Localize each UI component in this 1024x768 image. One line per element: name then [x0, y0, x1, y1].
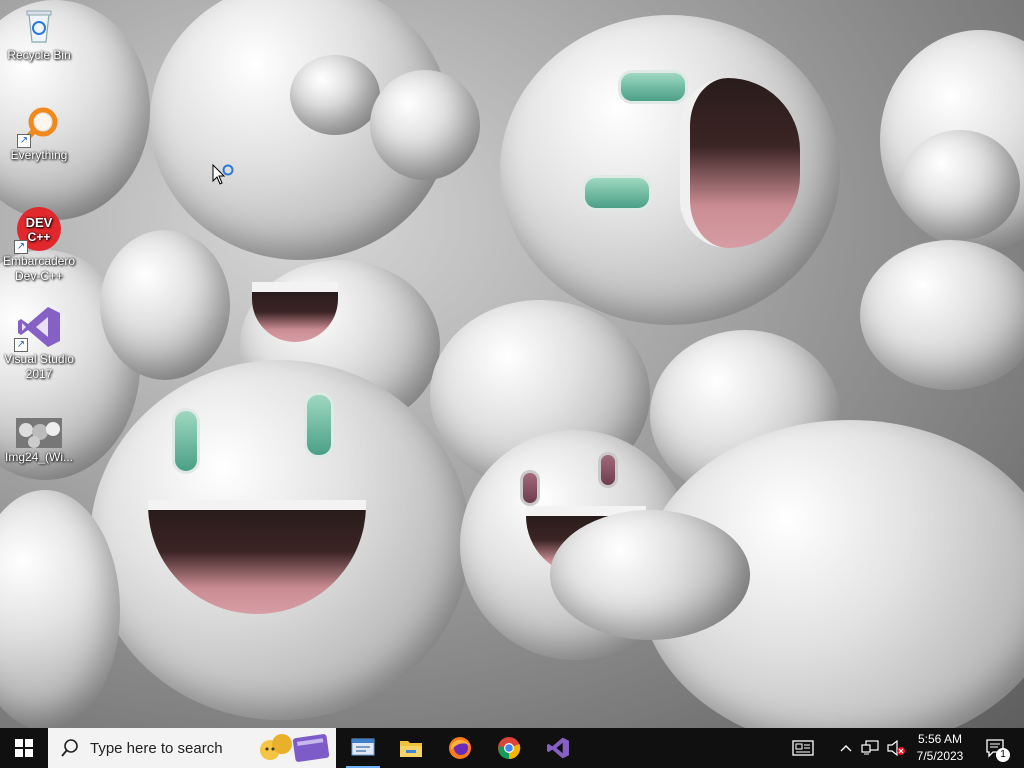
devcpp-icon: DEV C++ ↗	[14, 206, 62, 254]
search-placeholder: Type here to search	[90, 739, 223, 757]
image-file-icon	[16, 418, 62, 448]
wallpaper-mouth	[680, 78, 800, 248]
wallpaper-figure-hand	[290, 55, 380, 135]
network-button[interactable]	[858, 728, 882, 768]
wallpaper-figure-hand	[550, 510, 750, 640]
show-hidden-icons-button[interactable]	[836, 728, 856, 768]
svg-text:C++: C++	[28, 230, 51, 244]
news-icon	[792, 740, 814, 756]
desktop-icon-label: Visual Studio 2017	[4, 352, 74, 381]
taskbar-task-view-app[interactable]	[340, 728, 386, 768]
mouse-cursor-icon	[212, 163, 234, 190]
wallpaper-eye	[520, 470, 540, 506]
visual-studio-icon: ↗	[14, 304, 62, 352]
shortcut-arrow-icon: ↗	[14, 338, 28, 352]
desktop-icon-visual-studio[interactable]: ↗ Visual Studio 2017	[1, 304, 77, 382]
wallpaper-figure-hand	[370, 70, 480, 180]
desktop-icon-label: Everything	[10, 148, 68, 162]
wallpaper-figure	[860, 240, 1024, 390]
desktop-icon-label: Recycle Bin	[7, 48, 71, 62]
svg-text:DEV: DEV	[26, 215, 53, 230]
shortcut-arrow-icon: ↗	[17, 134, 31, 148]
clock-button[interactable]: 5:56 AM 7/5/2023	[910, 728, 970, 768]
taskbar-firefox[interactable]	[437, 728, 483, 768]
desktop-wallpaper	[0, 0, 1024, 728]
folder-icon	[400, 741, 422, 757]
wallpaper-eye	[582, 175, 652, 211]
desktop-icon-image-file[interactable]: Img24_(Wi...	[1, 418, 77, 465]
taskbar-visual-studio[interactable]	[535, 728, 581, 768]
notification-count-badge: 1	[996, 748, 1010, 762]
start-button[interactable]	[0, 728, 48, 768]
visual-studio-icon	[547, 737, 569, 759]
wallpaper-eye	[598, 452, 618, 488]
desktop-icon-recycle-bin[interactable]: Recycle Bin	[1, 6, 77, 63]
wallpaper-eye	[618, 70, 688, 104]
volume-button[interactable]	[884, 728, 908, 768]
everything-search-icon: ↗	[17, 106, 59, 148]
clock-time: 5:56 AM	[917, 732, 963, 746]
wallpaper-eye	[172, 408, 200, 474]
task-view-icon	[351, 738, 375, 756]
chevron-up-icon	[840, 745, 852, 752]
news-interests-button[interactable]	[786, 728, 820, 768]
taskbar-chrome[interactable]	[486, 728, 532, 768]
chrome-icon	[498, 737, 521, 760]
recycle-bin-icon	[19, 6, 59, 46]
action-center-button[interactable]: 1	[978, 728, 1014, 768]
shortcut-arrow-icon: ↗	[14, 240, 28, 254]
taskbar: Type here to search 5:56 AM 7/5/2023 1	[0, 728, 1024, 768]
desktop-icon-everything[interactable]: ↗ Everything	[1, 106, 77, 163]
network-icon	[861, 740, 879, 755]
taskbar-search-box[interactable]: Type here to search	[48, 728, 336, 768]
search-icon	[61, 739, 78, 757]
wallpaper-figure	[100, 230, 230, 380]
wallpaper-figure-hand	[900, 130, 1020, 240]
taskbar-file-explorer[interactable]	[388, 728, 434, 768]
volume-muted-icon	[887, 740, 905, 756]
desktop-icon-label: Img24_(Wi...	[4, 450, 73, 464]
wallpaper-eye	[304, 392, 334, 458]
desktop-icon-label: Embarcadero Dev-C++	[2, 254, 76, 283]
desktop-icon-devcpp[interactable]: DEV C++ ↗ Embarcadero Dev-C++	[1, 206, 77, 284]
clock-date: 7/5/2023	[916, 749, 964, 763]
firefox-icon	[449, 737, 471, 759]
windows-logo-icon	[15, 739, 33, 757]
search-highlight-icon	[260, 734, 330, 762]
